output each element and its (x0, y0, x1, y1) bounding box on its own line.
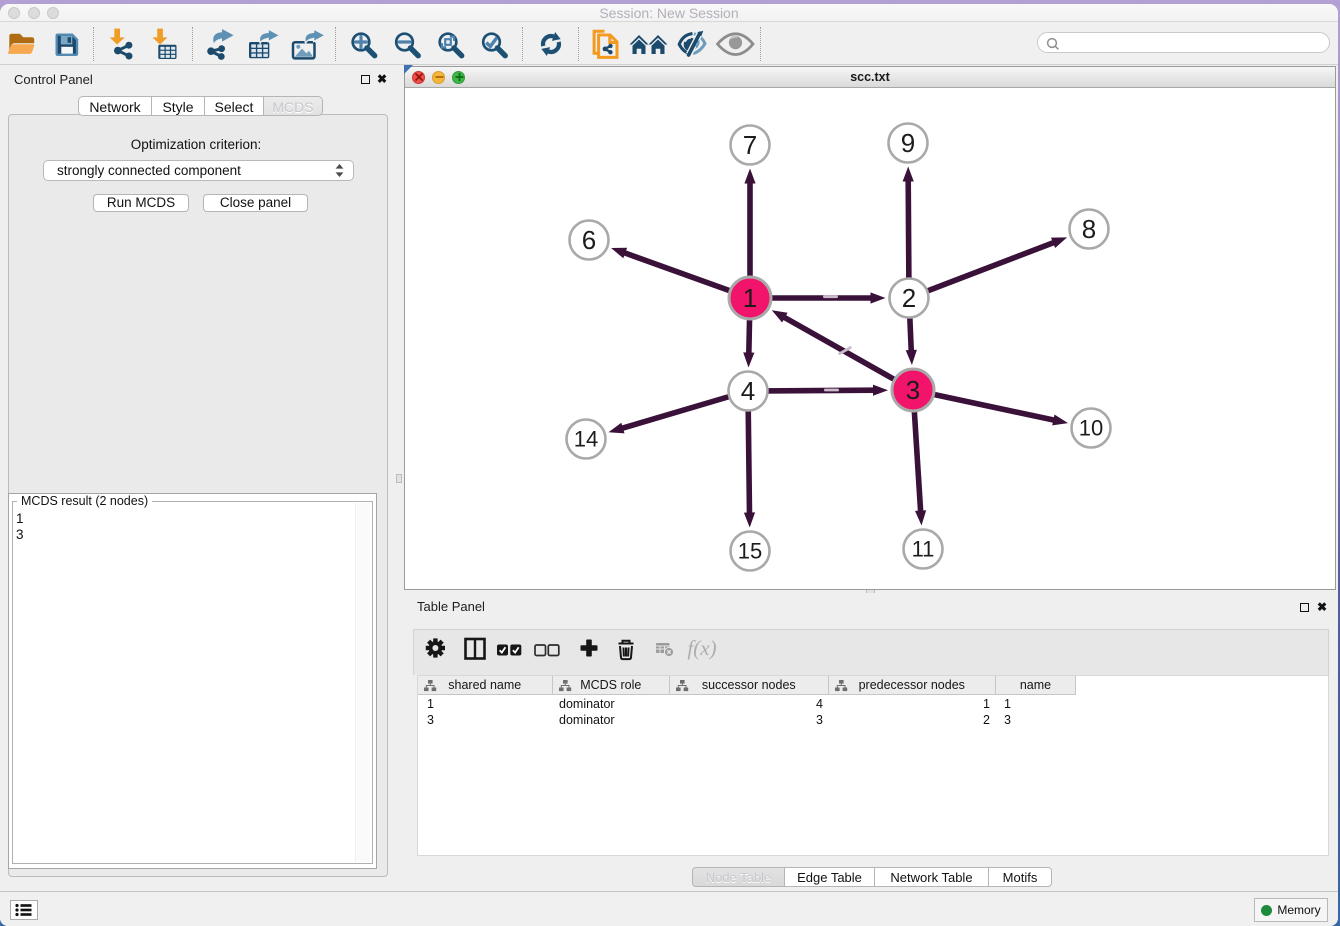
svg-text:11: 11 (912, 537, 935, 562)
svg-text:1: 1 (743, 283, 757, 313)
svg-text:9: 9 (901, 128, 915, 158)
svg-text:4: 4 (741, 376, 755, 406)
svg-text:8: 8 (1082, 214, 1096, 244)
svg-text:14: 14 (574, 427, 598, 452)
svg-text:15: 15 (738, 539, 762, 564)
svg-text:6: 6 (582, 225, 596, 255)
svg-text:3: 3 (906, 375, 920, 405)
svg-text:f(x): f(x) (687, 636, 716, 660)
svg-text:10: 10 (1079, 416, 1103, 441)
svg-text:2: 2 (902, 283, 916, 313)
svg-text:7: 7 (743, 130, 757, 160)
